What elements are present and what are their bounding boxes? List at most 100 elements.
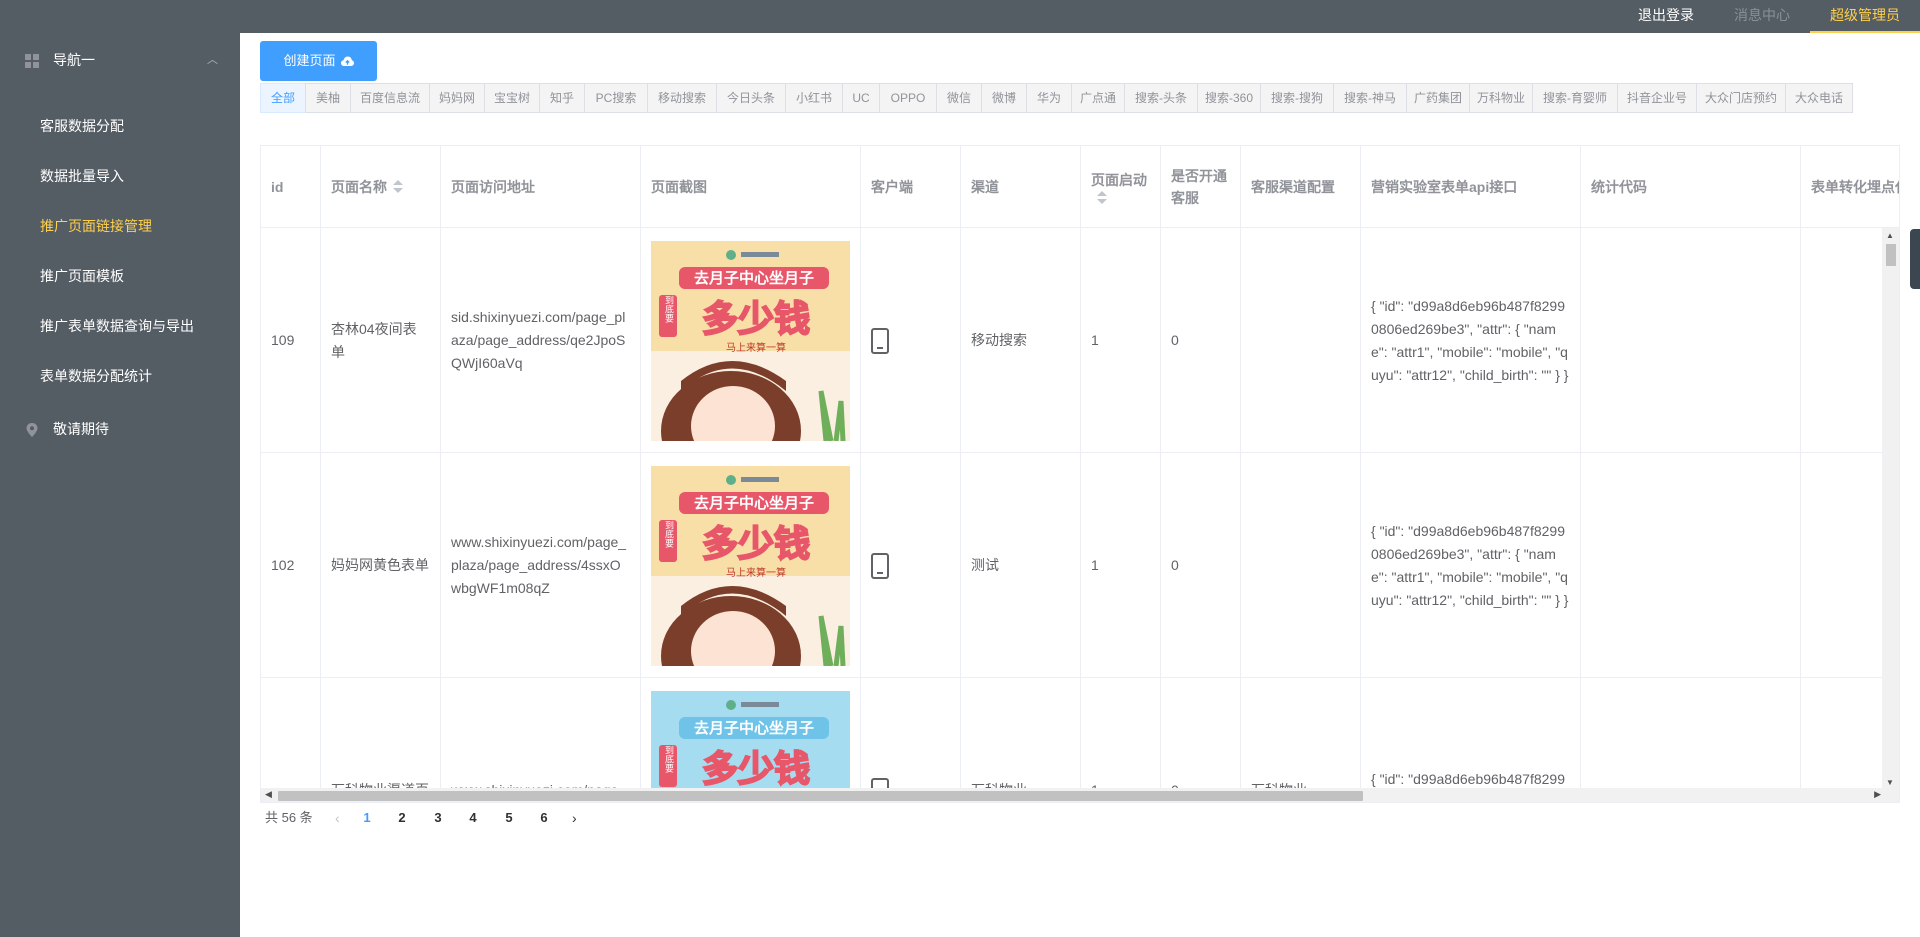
channel-tab[interactable]: 移动搜索: [647, 83, 717, 113]
table-cell-thumb: 去月子中心坐月子 到底要 多少钱 马上来算一算: [641, 453, 861, 678]
table-row: 109 杏林04夜间表单 sid.shixinyuezi.com/page_plaz…: [261, 228, 1882, 453]
channel-tab[interactable]: 大众电话: [1785, 83, 1853, 113]
sidebar-item-service-data[interactable]: 客服数据分配: [0, 101, 240, 151]
prev-page-icon[interactable]: ‹: [335, 803, 340, 833]
table-cell-api: { "id": "d99a8d6eb96b487f82990806ed269be…: [1361, 678, 1581, 790]
page-screenshot[interactable]: 去月子中心坐月子 到底要 多少钱 马上来算一算: [651, 465, 850, 666]
thumb-tagline: 马上来算一算: [726, 566, 786, 579]
table-cell-id: 102: [261, 453, 321, 678]
table-cell-service: 0: [1161, 678, 1241, 790]
sidebar-item-form-stats[interactable]: 表单数据分配统计: [0, 351, 240, 401]
table-cell-service_config: [1241, 453, 1361, 678]
next-page-icon[interactable]: ›: [572, 803, 577, 833]
channel-tab[interactable]: UC: [842, 83, 880, 113]
col-header-id: id: [261, 146, 321, 228]
table-cell-client: [861, 453, 961, 678]
page-1[interactable]: 1: [352, 803, 382, 833]
channel-tab[interactable]: 全部: [260, 83, 306, 113]
sidebar-item-batch-import[interactable]: 数据批量导入: [0, 151, 240, 201]
col-header-service-config: 客服渠道配置: [1241, 146, 1361, 228]
cell-text-start: 1: [1091, 557, 1099, 573]
channel-tab[interactable]: PC搜索: [584, 83, 648, 113]
sidebar-item-link-manage[interactable]: 推广页面链接管理: [0, 201, 240, 251]
channel-tab[interactable]: 华为: [1026, 83, 1072, 113]
channel-tab[interactable]: 广点通: [1071, 83, 1125, 113]
location-icon: [26, 423, 38, 437]
horizontal-scrollbar[interactable]: ◀ ▶: [261, 788, 1899, 802]
channel-tab[interactable]: 万科物业: [1469, 83, 1533, 113]
scrollbar-thumb[interactable]: [278, 791, 1363, 801]
page-4[interactable]: 4: [458, 803, 488, 833]
thumb-subtext: 到底要: [663, 744, 674, 773]
sidebar-item-form-export[interactable]: 推广表单数据查询与导出: [0, 301, 240, 351]
table-cell-api: { "id": "d99a8d6eb96b487f82990806ed269be…: [1361, 228, 1581, 453]
channel-tab[interactable]: OPPO: [879, 83, 937, 113]
channel-tab[interactable]: 百度信息流: [350, 83, 430, 113]
scroll-left-icon[interactable]: ◀: [265, 789, 272, 800]
col-header-api: 营销实验室表单api接口: [1361, 146, 1581, 228]
col-header-url: 页面访问地址: [441, 146, 641, 228]
nav-group-coming[interactable]: 敬请期待: [0, 404, 240, 454]
table-cell-name: 万科物业渠道页: [321, 678, 441, 790]
table-cell-conv: [1801, 678, 1882, 790]
channel-tab[interactable]: 广药集团: [1406, 83, 1470, 113]
col-header-name[interactable]: 页面名称: [321, 146, 441, 228]
page-6[interactable]: 6: [529, 803, 559, 833]
table-cell-channel: 移动搜索: [961, 228, 1081, 453]
sidebar: 导航一 ︿ 客服数据分配 数据批量导入 推广页面链接管理 推广页面模板 推广表单…: [0, 0, 240, 937]
cell-text-name: 妈妈网黄色表单: [331, 557, 429, 573]
table-cell-service: 0: [1161, 228, 1241, 453]
nav-group-1[interactable]: 导航一 ︿: [0, 35, 240, 85]
col-header-name-label: 页面名称: [331, 179, 387, 195]
cell-text-channel: 移动搜索: [971, 332, 1027, 348]
channel-tab[interactable]: 妈妈网: [429, 83, 485, 113]
table-cell-client: [861, 228, 961, 453]
pages-table: id 页面名称 页面访问地址 页面截图 客户端 渠道 页面启动 是否开通客服 客…: [260, 145, 1900, 803]
cell-text-service: 0: [1171, 557, 1179, 573]
create-page-button[interactable]: 创建页面: [260, 41, 377, 81]
chevron-up-icon: ︿: [207, 54, 218, 66]
table-cell-name: 杏林04夜间表单: [321, 228, 441, 453]
pagination-total: 共 56 条: [265, 810, 313, 825]
page-3[interactable]: 3: [423, 803, 453, 833]
channel-tab[interactable]: 大众门店预约: [1696, 83, 1786, 113]
table-cell-channel: 测试: [961, 453, 1081, 678]
col-header-start[interactable]: 页面启动: [1081, 146, 1161, 228]
table-cell-start: 1: [1081, 453, 1161, 678]
channel-tab[interactable]: 微信: [936, 83, 982, 113]
channel-tab[interactable]: 搜索-神马: [1333, 83, 1407, 113]
sort-icon[interactable]: [393, 180, 403, 194]
cell-text-id: 102: [271, 557, 295, 573]
channel-tab[interactable]: 宝宝树: [484, 83, 540, 113]
sidebar-item-page-template[interactable]: 推广页面模板: [0, 251, 240, 301]
logout-button[interactable]: 退出登录: [1618, 0, 1714, 33]
message-center-link[interactable]: 消息中心: [1714, 0, 1810, 33]
scrollbar-thumb[interactable]: [1886, 244, 1896, 266]
side-drawer-handle[interactable]: [1910, 229, 1920, 289]
table-cell-thumb: 去月子中心坐月子 到底要 多少钱: [641, 678, 861, 790]
channel-tab[interactable]: 抖音企业号: [1617, 83, 1697, 113]
sort-icon[interactable]: [1097, 191, 1107, 205]
channel-tab[interactable]: 今日头条: [716, 83, 786, 113]
page-5[interactable]: 5: [494, 803, 524, 833]
channel-tab[interactable]: 美柚: [305, 83, 351, 113]
thumb-headline: 去月子中心坐月子: [694, 269, 814, 287]
page-screenshot[interactable]: 去月子中心坐月子 到底要 多少钱 马上来算一算: [651, 240, 850, 441]
channel-tab[interactable]: 搜索-头条: [1124, 83, 1198, 113]
channel-tab[interactable]: 搜索-搜狗: [1260, 83, 1334, 113]
page-screenshot[interactable]: 去月子中心坐月子 到底要 多少钱: [651, 690, 850, 790]
mobile-device-icon: [871, 552, 889, 579]
table-cell-conv: [1801, 453, 1882, 678]
channel-tab[interactable]: 搜索-育婴师: [1532, 83, 1618, 113]
vertical-scrollbar[interactable]: ▲ ▼: [1882, 228, 1899, 790]
scroll-up-icon[interactable]: ▲: [1886, 231, 1894, 240]
admin-menu[interactable]: 超级管理员: [1810, 0, 1920, 33]
nav-group-title: 导航一: [53, 52, 95, 68]
channel-tab[interactable]: 知乎: [539, 83, 585, 113]
scroll-down-icon[interactable]: ▼: [1886, 778, 1894, 787]
channel-tab[interactable]: 搜索-360: [1197, 83, 1261, 113]
channel-tab[interactable]: 小红书: [785, 83, 843, 113]
channel-tab[interactable]: 微博: [981, 83, 1027, 113]
scroll-right-icon[interactable]: ▶: [1874, 789, 1881, 800]
page-2[interactable]: 2: [387, 803, 417, 833]
